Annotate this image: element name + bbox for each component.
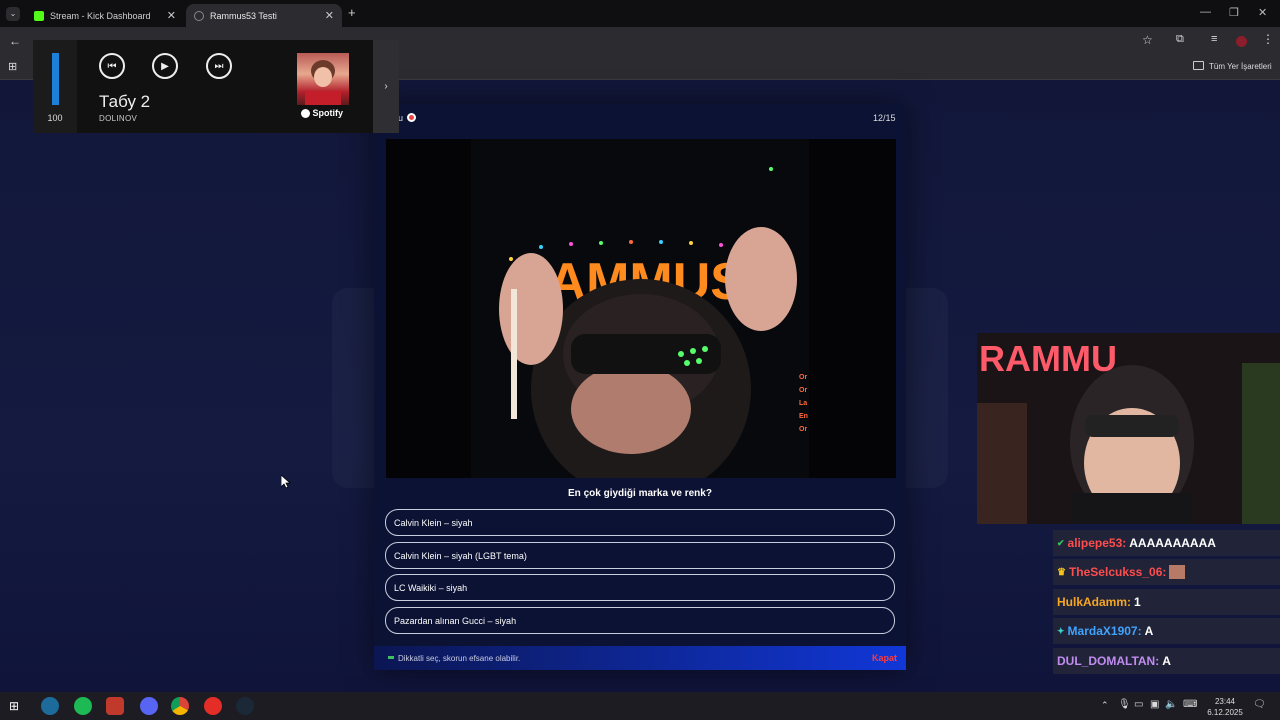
app-icon[interactable]: [41, 697, 59, 715]
close-button[interactable]: Kapat: [872, 653, 897, 663]
footer-hint: Dikkatli seç, skorun efsane olabilir.: [398, 654, 521, 663]
chat-username[interactable]: DUL_DOMALTAN:: [1057, 654, 1159, 668]
tab-search-button[interactable]: ⌄: [6, 7, 20, 21]
taskbar-clock[interactable]: 23:44 6.12.2025: [1205, 696, 1245, 718]
spotify-label: Spotify: [301, 108, 343, 119]
media-control-icon[interactable]: ≡: [1211, 33, 1217, 45]
extensions-icon[interactable]: ⧉: [1176, 33, 1184, 46]
chat-message: HulkAdamm: 1: [1053, 589, 1280, 615]
chat-text: 1: [1134, 595, 1141, 609]
badge-icon: ✦: [1057, 625, 1065, 636]
chat-username[interactable]: MardaX1907:: [1068, 624, 1142, 638]
webcam-overlay: RAMMU: [977, 333, 1280, 524]
tab-title: Stream - Kick Dashboard: [50, 10, 151, 21]
restore-icon[interactable]: ❐: [1229, 6, 1239, 19]
tray-chevron-icon[interactable]: ⌃: [1101, 700, 1109, 711]
answer-option-4[interactable]: Pazardan alınan Gucci – siyah: [385, 607, 895, 634]
network-icon[interactable]: ▣: [1150, 699, 1159, 710]
close-tab-icon[interactable]: ✕: [167, 9, 176, 22]
chat-message: ♛ TheSelcukss_06:: [1053, 559, 1280, 585]
voice-meeter-icon[interactable]: [106, 697, 124, 715]
close-window-icon[interactable]: ✕: [1258, 6, 1267, 19]
display-icon[interactable]: ▭: [1134, 699, 1143, 710]
close-tab-icon[interactable]: ✕: [325, 9, 334, 22]
chat-text: AAAAAAAAAA: [1129, 536, 1216, 550]
chrome-icon[interactable]: [171, 697, 189, 715]
quiz-question: En çok giydiği marka ve renk?: [568, 488, 712, 499]
answer-option-3[interactable]: LC Waikiki – siyah: [385, 574, 895, 601]
play-button[interactable]: ▶: [152, 53, 178, 79]
question-counter: 12/15: [873, 113, 896, 123]
folder-icon: [1193, 61, 1204, 70]
apps-grid-icon[interactable]: ⊞: [8, 60, 17, 73]
video-illustration: RAMMUS: [471, 139, 809, 478]
globe-icon: [194, 10, 204, 21]
chat-username[interactable]: TheSelcukss_06:: [1069, 565, 1166, 579]
spotify-icon: [301, 109, 310, 119]
previous-track-button[interactable]: ⏮: [99, 53, 125, 79]
windows-start-icon[interactable]: ⊞: [9, 699, 19, 713]
volume-fill: [52, 53, 59, 105]
chat-text: A: [1144, 624, 1154, 638]
chat-username[interactable]: alipepe53:: [1068, 536, 1127, 550]
target-icon: [407, 113, 416, 122]
keyboard-icon[interactable]: ⌨: [1183, 699, 1197, 710]
steam-icon[interactable]: [236, 697, 254, 715]
chat-message: ✔ alipepe53: AAAAAAAAAA: [1053, 530, 1280, 556]
chat-message: DUL_DOMALTAN: A: [1053, 648, 1280, 674]
mouse-cursor-icon: [281, 475, 291, 489]
chat-message: ✦ MardaX1907: A: [1053, 618, 1280, 644]
webcam-illustration: RAMMU: [977, 333, 1280, 524]
next-track-button[interactable]: ⏭: [206, 53, 232, 79]
video-side-text: Or Or La En Or: [799, 374, 808, 433]
youtube-icon[interactable]: [204, 697, 222, 715]
new-tab-button[interactable]: +: [348, 5, 356, 20]
discord-icon[interactable]: [140, 697, 158, 715]
back-arrow-icon[interactable]: ←: [9, 34, 21, 48]
clock-date: 6.12.2025: [1207, 708, 1243, 717]
profile-avatar[interactable]: [1236, 36, 1247, 47]
volume-value: 100: [47, 113, 63, 123]
chat-text: A: [1162, 654, 1171, 668]
bookmark-star-icon[interactable]: ☆: [1142, 33, 1153, 47]
answer-option-2[interactable]: Calvin Klein – siyah (LGBT tema): [385, 542, 895, 569]
volume-icon[interactable]: 🔈: [1165, 699, 1177, 710]
menu-dots-icon[interactable]: ⋮: [1262, 32, 1274, 46]
notification-icon[interactable]: 🗨: [1253, 699, 1266, 710]
crown-icon: ♛: [1057, 566, 1066, 578]
spotify-taskbar-icon[interactable]: [74, 697, 92, 715]
tab-title: Rammus53 Testi: [210, 10, 277, 21]
answer-option-1[interactable]: Calvin Klein – siyah: [385, 509, 895, 536]
clock-time: 23:44: [1214, 697, 1236, 706]
emote-icon: [1169, 565, 1186, 579]
media-expand-button[interactable]: ›: [373, 40, 399, 133]
quiz-video[interactable]: RAMMUS Or Or La En Or: [471, 139, 809, 478]
album-cover: [297, 53, 349, 105]
browser-tab-bar: ⌄ Stream - Kick Dashboard ✕ Rammus53 Tes…: [0, 0, 1280, 27]
kick-icon: [34, 10, 44, 21]
song-artist: DOLINOV: [99, 114, 138, 123]
song-title: Табу 2: [99, 92, 151, 111]
tab-kick-dashboard[interactable]: Stream - Kick Dashboard ✕: [26, 4, 184, 27]
microphone-icon[interactable]: 🎙: [1118, 699, 1131, 710]
cover-illustration: [305, 60, 341, 105]
badge-icon: ✔: [1057, 537, 1065, 548]
chat-username[interactable]: HulkAdamm:: [1057, 595, 1131, 609]
windows-taskbar: [0, 692, 1280, 720]
tab-rammus-testi[interactable]: Rammus53 Testi ✕: [186, 4, 342, 27]
hint-icon: [388, 656, 394, 659]
all-bookmarks-label[interactable]: Tüm Yer İşaretleri: [1209, 62, 1272, 71]
webcam-sign-text: RAMMU: [979, 338, 1117, 379]
minimize-icon[interactable]: —: [1200, 6, 1211, 18]
